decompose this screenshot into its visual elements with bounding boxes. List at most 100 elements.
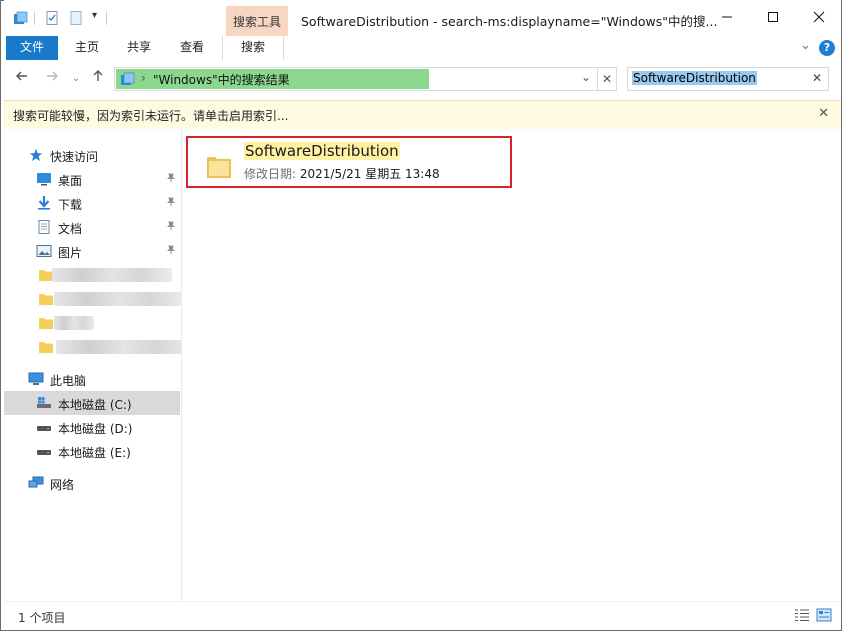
- close-icon: [813, 11, 825, 23]
- forward-button[interactable]: [42, 69, 62, 89]
- large-icons-view-icon[interactable]: [816, 608, 832, 622]
- nav-label: 此电脑: [50, 374, 87, 388]
- pin-icon[interactable]: [166, 197, 176, 210]
- nav-quick-access[interactable]: 快速访问: [4, 143, 180, 167]
- item-count: 1 个项目: [18, 611, 66, 625]
- nav-label: 本地磁盘 (E:): [58, 446, 131, 460]
- explorer-app-icon: [14, 11, 28, 24]
- nav-label: 桌面: [58, 174, 83, 188]
- status-bar: 1 个项目: [4, 601, 841, 630]
- close-button[interactable]: [796, 0, 842, 36]
- pin-icon[interactable]: [166, 245, 176, 258]
- nav-this-pc[interactable]: 此电脑: [4, 367, 180, 391]
- minimize-button[interactable]: [704, 0, 750, 36]
- up-button[interactable]: [88, 69, 108, 89]
- stop-icon: ✕: [601, 72, 613, 86]
- contextual-tab-header-label: 搜索工具: [232, 15, 281, 29]
- window-title: SoftwareDistribution - search-ms:display…: [301, 14, 718, 29]
- qat-divider: [34, 11, 35, 25]
- computer-icon: [28, 372, 44, 385]
- network-icon: [28, 476, 44, 488]
- title-bar: ▾ 搜索工具 SoftwareDistribution - search-ms:…: [4, 0, 841, 36]
- properties-icon[interactable]: [44, 10, 60, 26]
- nav-network[interactable]: 网络: [4, 471, 180, 495]
- nav-item-redacted-folder[interactable]: [4, 335, 192, 359]
- tab-file[interactable]: 文件: [6, 36, 58, 60]
- nav-label: 本地磁盘 (C:): [58, 398, 132, 412]
- info-bar-message[interactable]: 搜索可能较慢，因为索引未运行。请单击启用索引...: [13, 107, 288, 124]
- tab-view[interactable]: 查看: [169, 36, 215, 60]
- document-icon: [38, 220, 50, 234]
- maximize-button[interactable]: [750, 0, 796, 36]
- nav-item-redacted-folder[interactable]: [4, 287, 184, 311]
- search-input[interactable]: SoftwareDistribution ✕: [627, 67, 829, 91]
- drive-icon: [37, 450, 51, 455]
- search-result-item[interactable]: SoftwareDistribution 修改日期: 2021/5/21 星期五…: [186, 136, 512, 188]
- nav-item-pictures[interactable]: 图片: [4, 239, 180, 263]
- folder-icon: [39, 294, 53, 305]
- breadcrumb-path[interactable]: "Windows"中的搜索结果: [153, 71, 290, 88]
- ribbon-tabs: 文件 主页 共享 查看 搜索 ⌄ ?: [4, 36, 841, 61]
- minimize-icon: [722, 16, 732, 18]
- up-arrow-icon: [93, 70, 103, 81]
- download-icon: [38, 196, 50, 210]
- address-row: ⌄ › "Windows"中的搜索结果 ⌄ ✕ SoftwareDistribu…: [4, 60, 841, 98]
- search-input-value[interactable]: SoftwareDistribution: [632, 71, 757, 85]
- pin-icon[interactable]: [166, 221, 176, 234]
- contextual-tab-header: 搜索工具: [226, 6, 288, 36]
- nav-label: 图片: [58, 246, 83, 260]
- nav-label: 快速访问: [50, 150, 99, 164]
- folder-icon: [207, 157, 231, 178]
- qat-customize-icon[interactable]: ▾: [92, 10, 97, 21]
- folder-icon: [39, 342, 53, 353]
- ribbon-collapse-icon[interactable]: ⌄: [800, 38, 811, 53]
- result-name[interactable]: SoftwareDistribution: [244, 142, 400, 160]
- windows-drive-icon: [37, 397, 51, 408]
- result-modified-value: 2021/5/21 星期五 13:48: [299, 167, 440, 181]
- qat-divider: [106, 11, 107, 25]
- details-view-icon[interactable]: [794, 608, 810, 622]
- redacted-label: [52, 268, 172, 282]
- tab-home[interactable]: 主页: [64, 36, 110, 60]
- nav-item-drive-d[interactable]: 本地磁盘 (D:): [4, 415, 180, 439]
- nav-item-drive-e[interactable]: 本地磁盘 (E:): [4, 439, 180, 463]
- nav-item-documents[interactable]: 文档: [4, 215, 180, 239]
- address-bar[interactable]: › "Windows"中的搜索结果 ⌄: [114, 67, 598, 91]
- nav-item-drive-c[interactable]: 本地磁盘 (C:): [4, 391, 180, 415]
- nav-item-desktop[interactable]: 桌面: [4, 167, 180, 191]
- desktop-icon: [37, 173, 51, 186]
- nav-item-redacted-folder[interactable]: [4, 311, 180, 335]
- tab-share[interactable]: 共享: [116, 36, 162, 60]
- stop-search-button[interactable]: ✕: [597, 67, 617, 91]
- nav-label: 文档: [58, 222, 83, 236]
- nav-item-downloads[interactable]: 下载: [4, 191, 180, 215]
- maximize-icon: [768, 12, 778, 22]
- address-dropdown-icon[interactable]: ⌄: [581, 70, 591, 84]
- redacted-label: [54, 316, 94, 330]
- picture-icon: [36, 245, 52, 257]
- nav-label: 本地磁盘 (D:): [58, 422, 133, 436]
- redacted-label: [56, 340, 192, 354]
- result-modified-label: 修改日期:: [244, 167, 297, 181]
- help-icon[interactable]: ?: [819, 40, 835, 56]
- tab-search[interactable]: 搜索: [222, 36, 284, 60]
- new-folder-icon[interactable]: [68, 10, 84, 26]
- drive-icon: [37, 426, 51, 431]
- nav-item-redacted-folder[interactable]: [4, 263, 180, 287]
- redacted-label: [54, 292, 184, 306]
- info-bar-close-icon[interactable]: ✕: [818, 106, 829, 121]
- clear-search-icon[interactable]: ✕: [812, 71, 822, 85]
- results-pane: SoftwareDistribution 修改日期: 2021/5/21 星期五…: [182, 129, 841, 601]
- result-modified: 修改日期: 2021/5/21 星期五 13:48: [244, 165, 440, 182]
- nav-label: 网络: [50, 478, 75, 492]
- indexing-info-bar[interactable]: 搜索可能较慢，因为索引未运行。请单击启用索引... ✕: [4, 100, 841, 130]
- search-results-icon: [121, 72, 135, 85]
- folder-icon: [39, 318, 53, 329]
- star-icon: [29, 148, 43, 162]
- pin-icon[interactable]: [166, 173, 176, 186]
- navigation-pane: 快速访问 桌面 下载 文档 图片 此电脑 本地磁盘 (C:) 本地磁盘 (D:)…: [4, 129, 192, 601]
- forward-arrow-icon: [47, 71, 58, 81]
- recent-locations-icon[interactable]: ⌄: [66, 69, 86, 89]
- breadcrumb-separator-icon[interactable]: ›: [141, 71, 146, 85]
- back-button[interactable]: [12, 69, 32, 89]
